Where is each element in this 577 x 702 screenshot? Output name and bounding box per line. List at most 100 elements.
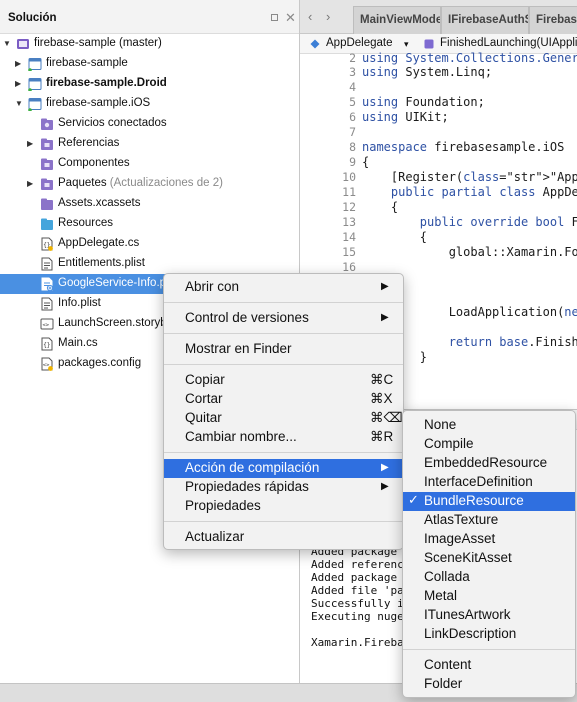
- tree-item-project[interactable]: ▼ firebase-sample.iOS: [0, 94, 299, 114]
- tree-item-references[interactable]: ▶ Referencias: [0, 134, 299, 154]
- chevron-down-icon[interactable]: ▼: [3, 39, 11, 48]
- solution-pad-header: Solución ✕: [0, 0, 299, 34]
- menu-separator: [164, 521, 403, 522]
- plist-file-icon: [41, 257, 53, 271]
- solution-icon: [17, 39, 29, 49]
- output-line: Executing nuge: [311, 610, 404, 623]
- tree-item-label: Referencias: [58, 137, 120, 149]
- tree-item-label: firebase-sample (master): [34, 37, 162, 49]
- svg-text:{}: {}: [43, 342, 50, 349]
- menu-separator: [164, 452, 403, 453]
- code-line: 10 [Register(class="str">"AppDelegate")]: [342, 170, 577, 184]
- build-action-submenu: None Compile EmbeddedResource InterfaceD…: [402, 410, 576, 698]
- menu-separator: [164, 364, 403, 365]
- code-line: 15 global::Xamarin.Forms.Forms.Init();: [342, 245, 577, 259]
- tree-item-label: GoogleService-Info.plist: [58, 277, 181, 289]
- tree-item-packages[interactable]: ▶ Paquetes (Actualizaciones de 2): [0, 174, 299, 194]
- build-action-interfacedefinition[interactable]: InterfaceDefinition: [403, 473, 575, 492]
- build-action-linkdescription[interactable]: LinkDescription: [403, 625, 575, 644]
- build-action-atlastexture[interactable]: AtlasTexture: [403, 511, 575, 530]
- class-icon: [310, 39, 320, 49]
- close-icon[interactable]: ✕: [285, 10, 296, 26]
- output-line: Xamarin.Fireba: [311, 636, 404, 649]
- chevron-right-icon[interactable]: ▶: [15, 59, 21, 68]
- code-line: 4: [349, 80, 356, 94]
- chevron-right-icon[interactable]: ▶: [27, 179, 33, 188]
- tree-item-label: Resources: [58, 217, 113, 229]
- shortcut-label: ⌘X: [370, 391, 393, 406]
- menu-item-open-with[interactable]: Abrir con ▶: [164, 278, 403, 297]
- tree-item-components[interactable]: Componentes: [0, 154, 299, 174]
- breadcrumb-class[interactable]: AppDelegate: [326, 37, 393, 49]
- menu-separator: [164, 302, 403, 303]
- tree-item-solution[interactable]: ▼ firebase-sample (master): [0, 34, 299, 54]
- updates-count-text: (Actualizaciones de 2): [106, 177, 223, 189]
- build-action-embeddedresource[interactable]: EmbeddedResource: [403, 454, 575, 473]
- tree-item-label: Servicios conectados: [58, 117, 167, 129]
- pad-dock-icon[interactable]: [271, 14, 278, 21]
- connected-services-icon: [41, 118, 53, 130]
- build-action-compile[interactable]: Compile: [403, 435, 575, 454]
- code-line: 14 {: [342, 230, 428, 244]
- build-action-folder[interactable]: Folder: [403, 675, 575, 694]
- menu-item-show-in-finder[interactable]: Mostrar en Finder: [164, 340, 403, 359]
- menu-separator: [403, 649, 575, 650]
- menu-item-properties[interactable]: Propiedades: [164, 497, 403, 516]
- chevron-right-icon[interactable]: ›: [326, 9, 330, 24]
- build-action-itunesartwork[interactable]: ITunesArtwork: [403, 606, 575, 625]
- tree-item-label: Info.plist: [58, 297, 101, 309]
- tree-item-project[interactable]: ▶ firebase-sample.Droid: [0, 74, 299, 94]
- tab-firebaseauthservice[interactable]: FirebaseAuthService.cs: [529, 6, 577, 34]
- build-action-bundleresource[interactable]: ✓ BundleResource: [403, 492, 575, 511]
- menu-item-version-control[interactable]: Control de versiones ▶: [164, 309, 403, 328]
- menu-item-cut[interactable]: Cortar ⌘X: [164, 390, 403, 409]
- tree-item-assets[interactable]: Assets.xcassets: [0, 194, 299, 214]
- project-icon: [28, 58, 42, 71]
- code-line: 3 using System.Linq;: [349, 65, 493, 79]
- components-folder-icon: [41, 158, 53, 170]
- packages-folder-icon: [41, 178, 53, 190]
- chevron-right-icon[interactable]: ▶: [27, 139, 33, 148]
- tree-item-label: firebase-sample.Droid: [46, 77, 167, 89]
- tree-item-project[interactable]: ▶ firebase-sample: [0, 54, 299, 74]
- menu-item-copy[interactable]: Copiar ⌘C: [164, 371, 403, 390]
- checkmark-icon: ✓: [408, 492, 419, 507]
- project-icon: [28, 98, 42, 111]
- tree-item-label: Entitlements.plist: [58, 257, 145, 269]
- menu-item-refresh[interactable]: Actualizar: [164, 528, 403, 547]
- chevron-down-icon[interactable]: ▾: [404, 39, 409, 50]
- build-action-collada[interactable]: Collada: [403, 568, 575, 587]
- document-tab-bar: ‹ › MainViewModel.cs IFirebaseAuthServic…: [300, 0, 577, 34]
- chevron-right-icon: ▶: [381, 312, 389, 323]
- tree-item-appdelegate[interactable]: {} AppDelegate.cs: [0, 234, 299, 254]
- chevron-right-icon[interactable]: ▶: [15, 79, 21, 88]
- build-action-metal[interactable]: Metal: [403, 587, 575, 606]
- breadcrumb-method[interactable]: FinishedLaunching(UIApplication app, NSD…: [440, 37, 577, 49]
- cs-file-icon: {}: [41, 237, 53, 251]
- chevron-down-icon[interactable]: ▼: [15, 99, 23, 108]
- chevron-left-icon[interactable]: ‹: [308, 9, 312, 24]
- code-line: 9{: [349, 155, 370, 169]
- tree-item-resources[interactable]: Resources: [0, 214, 299, 234]
- menu-item-quick-properties[interactable]: Propiedades rápidas ▶: [164, 478, 403, 497]
- build-action-none[interactable]: None: [403, 416, 575, 435]
- menu-separator: [164, 333, 403, 334]
- build-action-imageasset[interactable]: ImageAsset: [403, 530, 575, 549]
- tab-ifirebaseauthservice[interactable]: IFirebaseAuthService.cs: [441, 6, 529, 34]
- menu-item-build-action[interactable]: Acción de compilación ▶: [164, 459, 403, 478]
- code-line: 12 {: [342, 200, 399, 214]
- code-line: 7: [349, 125, 356, 139]
- tab-mainviewmodel[interactable]: MainViewModel.cs: [353, 6, 441, 34]
- tree-item-entitlements[interactable]: Entitlements.plist: [0, 254, 299, 274]
- code-line: 13 public override bool FinishedLaunchin…: [342, 215, 577, 229]
- tree-item-connected-services[interactable]: Servicios conectados: [0, 114, 299, 134]
- menu-item-remove[interactable]: Quitar ⌘⌫: [164, 409, 403, 428]
- code-line: 11 public partial class AppDelegate: [342, 185, 577, 199]
- build-action-scenekitasset[interactable]: SceneKitAsset: [403, 549, 575, 568]
- plist-file-icon: [41, 297, 53, 311]
- storyboard-file-icon: <>: [40, 318, 54, 330]
- build-action-content[interactable]: Content: [403, 656, 575, 675]
- tree-item-label: firebase-sample: [46, 57, 128, 69]
- menu-item-rename[interactable]: Cambiar nombre... ⌘R: [164, 428, 403, 447]
- output-line: Added referenc: [311, 558, 404, 571]
